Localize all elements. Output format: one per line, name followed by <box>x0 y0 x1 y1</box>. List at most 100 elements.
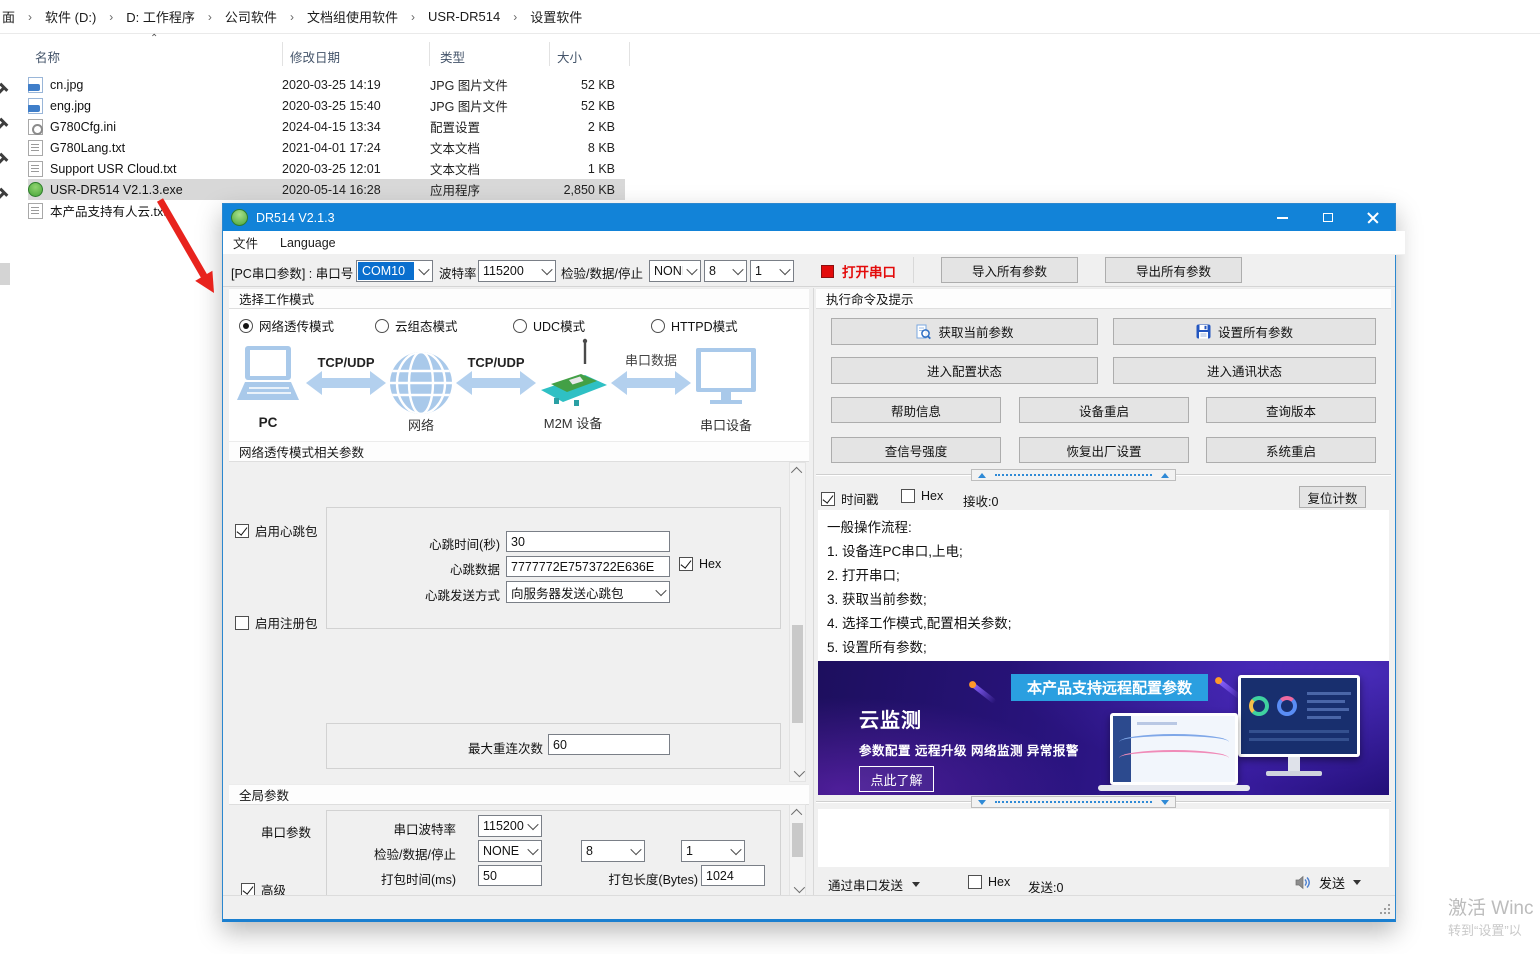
device-restart-button[interactable]: 设备重启 <box>1019 397 1189 423</box>
chevron-down-icon[interactable] <box>524 841 541 861</box>
global-stopbits-select[interactable]: 1 <box>681 840 745 862</box>
query-version-button[interactable]: 查询版本 <box>1206 397 1376 423</box>
radio-net-transparent-mode[interactable]: 网络透传模式 <box>239 316 334 335</box>
baud-select[interactable]: 115200 <box>478 260 556 282</box>
minimize-button[interactable] <box>1260 204 1305 231</box>
column-divider[interactable] <box>429 42 430 66</box>
enter-comm-button[interactable]: 进入通讯状态 <box>1113 357 1376 384</box>
scrollbar-thumb[interactable] <box>792 625 803 723</box>
column-divider[interactable] <box>549 42 550 66</box>
global-baud-select[interactable]: 115200 <box>478 815 542 837</box>
breadcrumb-item[interactable]: 面 <box>2 7 15 26</box>
factory-reset-button[interactable]: 恢复出厂设置 <box>1019 437 1189 463</box>
splitter-bottom[interactable] <box>816 796 1391 809</box>
pack-time-input[interactable] <box>478 865 542 886</box>
get-params-button[interactable]: 获取当前参数 <box>831 318 1098 345</box>
scroll-up-icon[interactable] <box>790 805 805 821</box>
pin-icon <box>0 151 10 168</box>
send-button[interactable]: 发送 <box>1295 873 1361 892</box>
file-row[interactable]: cn.jpg 2020-03-25 14:19 JPG 图片文件 52 KB <box>28 74 625 95</box>
splitter-top[interactable] <box>816 468 1391 482</box>
maximize-button[interactable] <box>1305 204 1350 231</box>
file-row[interactable]: G780Lang.txt 2021-04-01 17:24 文本文档 8 KB <box>28 137 625 158</box>
com-port-select[interactable]: COM10 <box>356 260 433 282</box>
net-params-scrollbar[interactable] <box>789 462 806 782</box>
window-title: DR514 V2.1.3 <box>256 211 335 225</box>
recv-hex-checkbox[interactable]: Hex <box>901 489 943 503</box>
import-params-button[interactable]: 导入所有参数 <box>941 257 1078 283</box>
menu-language[interactable]: Language <box>280 236 336 250</box>
set-params-button[interactable]: 设置所有参数 <box>1113 318 1376 345</box>
parity-select[interactable]: NONI <box>649 260 701 282</box>
reconnect-input[interactable] <box>548 734 670 755</box>
chevron-down-icon[interactable] <box>683 261 700 281</box>
promo-banner[interactable]: 本产品支持远程配置参数 云监测 参数配置 远程升级 网络监测 异常报警 点此了解 <box>818 661 1389 795</box>
heartbeat-hex-checkbox[interactable]: Hex <box>679 557 721 571</box>
send-mode-dropdown[interactable]: 通过串口发送 <box>828 875 920 894</box>
file-row-selected[interactable]: USR-DR514 V2.1.3.exe 2020-05-14 16:28 应用… <box>28 179 625 200</box>
jpg-file-icon <box>28 77 43 93</box>
reset-count-button[interactable]: 复位计数 <box>1299 486 1366 508</box>
chevron-down-icon[interactable] <box>538 261 555 281</box>
column-header-size[interactable]: 大小 <box>557 47 582 66</box>
heartbeat-mode-select[interactable]: 向服务器发送心跳包 <box>506 581 670 603</box>
scroll-up-icon[interactable] <box>790 463 805 479</box>
chevron-down-icon[interactable] <box>652 582 669 602</box>
title-bar[interactable]: DR514 V2.1.3 <box>223 204 1395 231</box>
timestamp-checkbox[interactable]: 时间戳 <box>821 489 879 508</box>
global-databits-select[interactable]: 8 <box>581 840 645 862</box>
scroll-down-icon[interactable] <box>790 765 805 781</box>
stopbits-select[interactable]: 1 <box>750 260 794 282</box>
splitter-handle[interactable] <box>971 469 1176 481</box>
column-header-type[interactable]: 类型 <box>440 47 465 66</box>
breadcrumb-item[interactable]: 软件 (D:) <box>45 7 96 26</box>
databits-select[interactable]: 8 <box>704 260 747 282</box>
pin-icon <box>0 81 10 98</box>
breadcrumb-item[interactable]: 公司软件 <box>225 7 277 26</box>
file-row[interactable]: G780Cfg.ini 2024-04-15 13:34 配置设置 2 KB <box>28 116 625 137</box>
file-row[interactable]: eng.jpg 2020-03-25 15:40 JPG 图片文件 52 KB <box>28 95 625 116</box>
heartbeat-enable-checkbox[interactable]: 启用心跳包 <box>235 521 318 540</box>
column-divider[interactable] <box>282 42 283 66</box>
signal-strength-button[interactable]: 查信号强度 <box>831 437 1001 463</box>
column-divider[interactable] <box>629 42 630 66</box>
global-parity-select[interactable]: NONE <box>478 840 542 862</box>
system-restart-button[interactable]: 系统重启 <box>1206 437 1376 463</box>
chevron-down-icon[interactable] <box>524 816 541 836</box>
breadcrumb-item[interactable]: 设置软件 <box>530 7 582 26</box>
breadcrumb-item[interactable]: 文档组使用软件 <box>307 7 398 26</box>
scrollbar-thumb[interactable] <box>792 823 803 857</box>
close-button[interactable] <box>1350 204 1395 231</box>
send-input-area[interactable] <box>818 809 1389 867</box>
global-params-scrollbar[interactable] <box>789 804 806 898</box>
banner-cta-button[interactable]: 点此了解 <box>859 766 934 792</box>
pack-len-input[interactable] <box>701 865 765 886</box>
log-line: 3. 获取当前参数; <box>827 588 927 608</box>
resize-grip[interactable] <box>1380 904 1391 915</box>
chevron-down-icon[interactable] <box>727 841 744 861</box>
enter-config-button[interactable]: 进入配置状态 <box>831 357 1098 384</box>
heartbeat-data-input[interactable] <box>506 556 670 577</box>
link-label: 串口数据 <box>625 353 677 368</box>
radio-httpd-mode[interactable]: HTTPD模式 <box>651 316 738 335</box>
breadcrumb-item[interactable]: USR-DR514 <box>428 9 500 24</box>
column-header-name[interactable]: 名称 <box>35 47 60 66</box>
radio-cloud-scada-mode[interactable]: 云组态模式 <box>375 316 458 335</box>
chevron-down-icon[interactable] <box>729 261 746 281</box>
help-info-button[interactable]: 帮助信息 <box>831 397 1001 423</box>
menu-file[interactable]: 文件 <box>233 233 258 252</box>
nav-scrollbar-stub[interactable] <box>0 263 10 285</box>
chevron-down-icon[interactable] <box>415 261 432 281</box>
column-header-date[interactable]: 修改日期 <box>290 47 340 66</box>
file-row[interactable]: Support USR Cloud.txt 2020-03-25 12:01 文… <box>28 158 625 179</box>
breadcrumb-item[interactable]: D: 工作程序 <box>126 7 195 26</box>
open-port-button[interactable]: 打开串口 <box>821 261 896 281</box>
chevron-down-icon[interactable] <box>776 261 793 281</box>
radio-udc-mode[interactable]: UDC模式 <box>513 316 585 335</box>
chevron-down-icon[interactable] <box>627 841 644 861</box>
export-params-button[interactable]: 导出所有参数 <box>1105 257 1242 283</box>
heartbeat-time-input[interactable] <box>506 531 670 552</box>
register-enable-checkbox[interactable]: 启用注册包 <box>235 613 318 632</box>
splitter-handle[interactable] <box>971 796 1176 808</box>
send-hex-checkbox[interactable]: Hex <box>968 875 1010 889</box>
